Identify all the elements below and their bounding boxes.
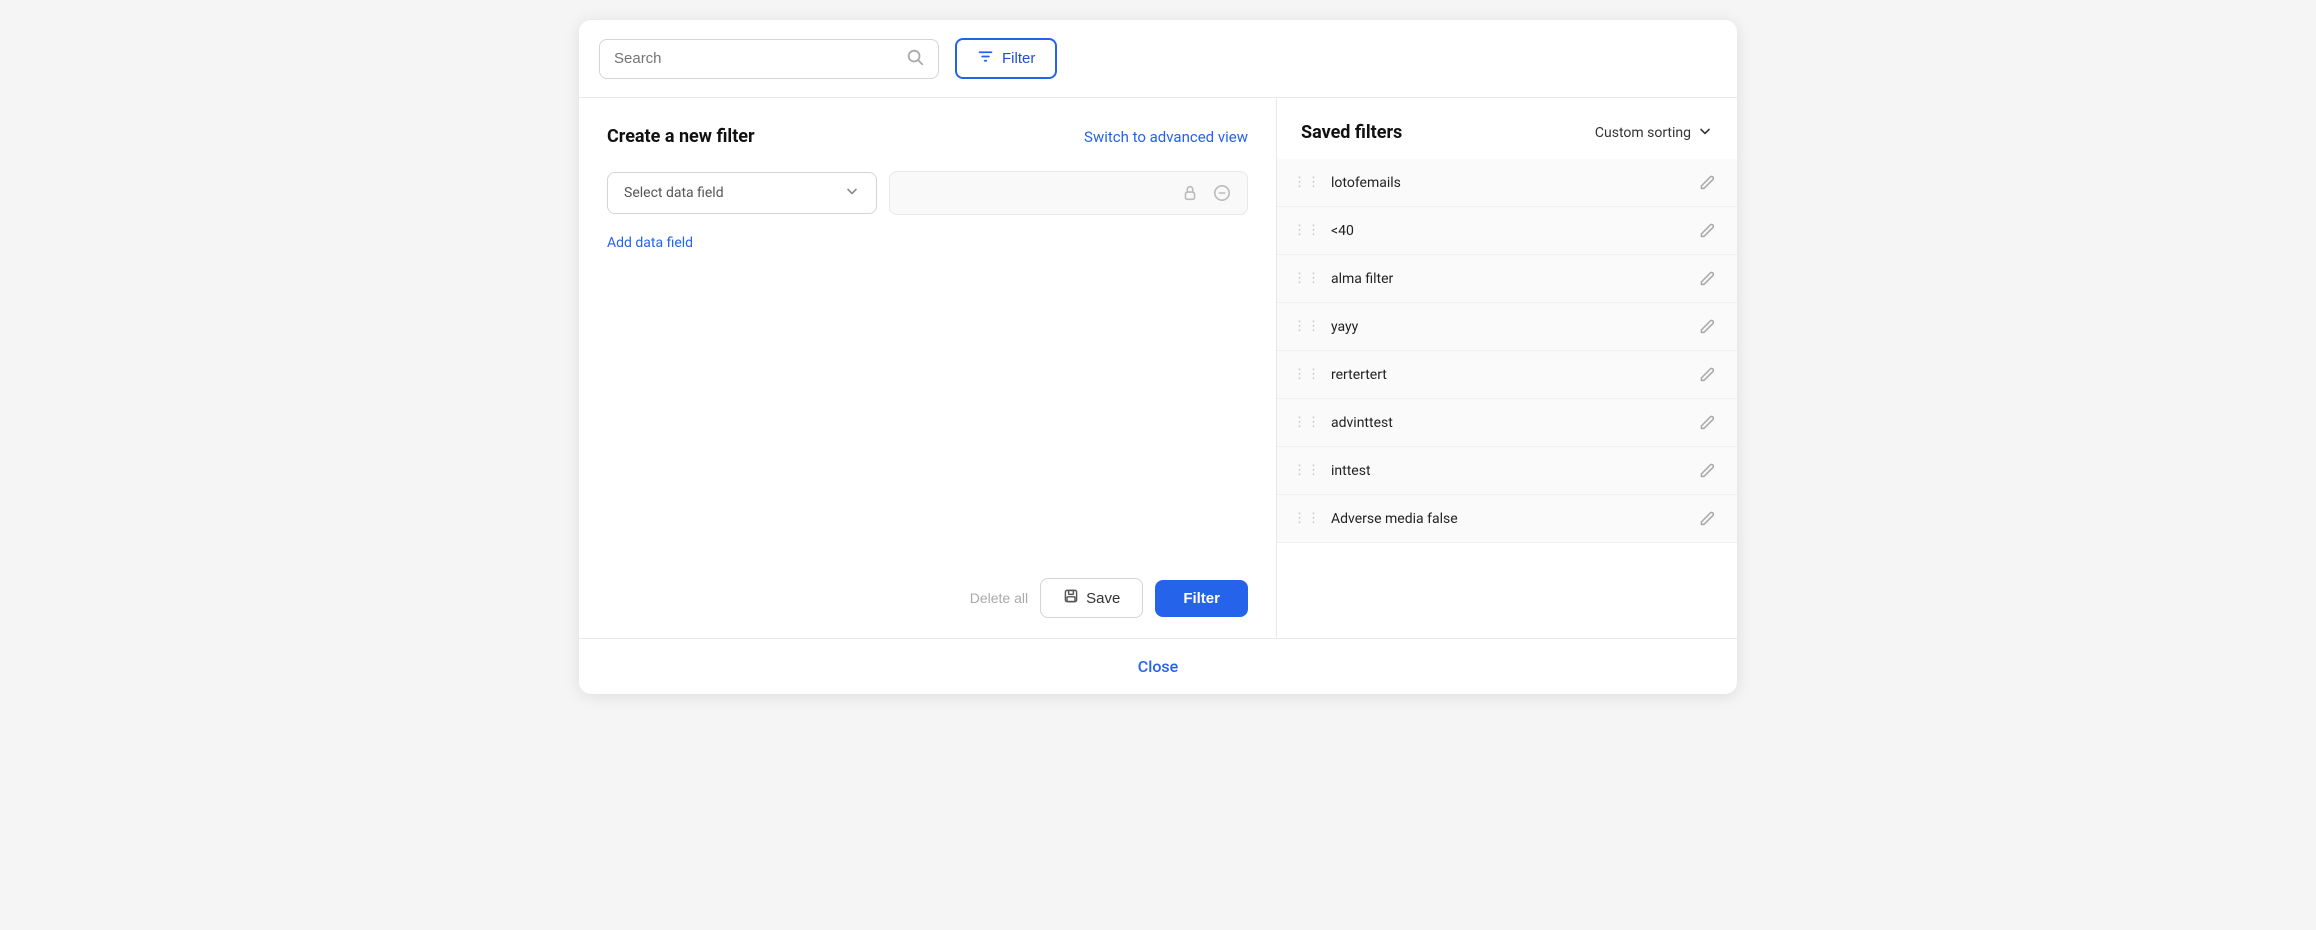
drag-handle-icon: ⋮⋮	[1293, 368, 1321, 381]
edit-filter-button[interactable]	[1696, 508, 1717, 529]
list-item[interactable]: ⋮⋮ rertertert	[1277, 351, 1737, 399]
list-item[interactable]: ⋮⋮ inttest	[1277, 447, 1737, 495]
advanced-view-link[interactable]: Switch to advanced view	[1084, 128, 1248, 146]
top-bar: Filter	[579, 20, 1737, 98]
filter-item-left: ⋮⋮ Adverse media false	[1293, 511, 1458, 527]
filter-item-name: <40	[1331, 223, 1354, 239]
body-container: Create a new filter Switch to advanced v…	[579, 98, 1737, 638]
saved-filters-title: Saved filters	[1301, 122, 1402, 143]
save-icon	[1063, 588, 1079, 608]
filter-item-left: ⋮⋮ yayy	[1293, 319, 1358, 335]
search-icon	[906, 48, 924, 70]
filter-item-left: ⋮⋮ advinttest	[1293, 415, 1393, 431]
filter-button-label: Filter	[1002, 50, 1035, 67]
remove-icon-button[interactable]	[1211, 182, 1233, 204]
edit-filter-button[interactable]	[1696, 316, 1717, 337]
save-label: Save	[1086, 590, 1120, 607]
right-panel: Saved filters Custom sorting ⋮⋮ lot	[1277, 98, 1737, 638]
list-item[interactable]: ⋮⋮ <40	[1277, 207, 1737, 255]
edit-filter-button[interactable]	[1696, 412, 1717, 433]
select-data-field[interactable]: Select data field	[607, 172, 877, 214]
filter-item-left: ⋮⋮ lotofemails	[1293, 175, 1401, 191]
filter-item-left: ⋮⋮ inttest	[1293, 463, 1371, 479]
custom-sorting-dropdown[interactable]: Custom sorting	[1595, 123, 1713, 143]
filter-item-name: Adverse media false	[1331, 511, 1458, 527]
list-item[interactable]: ⋮⋮ yayy	[1277, 303, 1737, 351]
drag-handle-icon: ⋮⋮	[1293, 416, 1321, 429]
drag-handle-icon: ⋮⋮	[1293, 224, 1321, 237]
list-item[interactable]: ⋮⋮ lotofemails	[1277, 159, 1737, 207]
list-item[interactable]: ⋮⋮ alma filter	[1277, 255, 1737, 303]
edit-filter-button[interactable]	[1696, 364, 1717, 385]
filter-icon	[977, 48, 994, 69]
edit-filter-button[interactable]	[1696, 172, 1717, 193]
filter-item-left: ⋮⋮ alma filter	[1293, 271, 1393, 287]
filter-item-name: inttest	[1331, 463, 1371, 479]
filter-item-left: ⋮⋮ <40	[1293, 223, 1354, 239]
filter-item-name: lotofemails	[1331, 175, 1401, 191]
save-button[interactable]: Save	[1040, 578, 1143, 618]
list-item[interactable]: ⋮⋮ Adverse media false	[1277, 495, 1737, 543]
chevron-down-icon	[844, 183, 860, 203]
lock-icon-button[interactable]	[1179, 182, 1201, 204]
delete-all-button[interactable]: Delete all	[970, 590, 1028, 606]
drag-handle-icon: ⋮⋮	[1293, 320, 1321, 333]
drag-handle-icon: ⋮⋮	[1293, 464, 1321, 477]
left-panel: Create a new filter Switch to advanced v…	[579, 98, 1277, 638]
footer: Close	[579, 638, 1737, 694]
custom-sorting-label: Custom sorting	[1595, 125, 1691, 141]
right-panel-header: Saved filters Custom sorting	[1277, 122, 1737, 159]
edit-filter-button[interactable]	[1696, 268, 1717, 289]
main-container: Filter Create a new filter Switch to adv…	[579, 20, 1737, 694]
filter-item-left: ⋮⋮ rertertert	[1293, 367, 1387, 383]
edit-filter-button[interactable]	[1696, 220, 1717, 241]
filter-item-name: yayy	[1331, 319, 1358, 335]
sorting-chevron-icon	[1697, 123, 1713, 143]
search-input[interactable]	[614, 50, 896, 67]
filter-item-name: advinttest	[1331, 415, 1393, 431]
edit-filter-button[interactable]	[1696, 460, 1717, 481]
filter-row: Select data field	[607, 171, 1248, 215]
filter-button[interactable]: Filter	[955, 38, 1057, 79]
filter-item-name: rertertert	[1331, 367, 1387, 383]
list-item[interactable]: ⋮⋮ advinttest	[1277, 399, 1737, 447]
panel-header: Create a new filter Switch to advanced v…	[607, 126, 1248, 147]
add-data-field-link[interactable]: Add data field	[607, 235, 1248, 251]
drag-handle-icon: ⋮⋮	[1293, 176, 1321, 189]
filter-apply-button[interactable]: Filter	[1155, 580, 1248, 617]
actions-row: Delete all Save Filter	[607, 554, 1248, 638]
filter-input-area	[889, 171, 1248, 215]
select-placeholder: Select data field	[624, 185, 724, 201]
close-link[interactable]: Close	[1138, 657, 1178, 676]
panel-title: Create a new filter	[607, 126, 755, 147]
drag-handle-icon: ⋮⋮	[1293, 272, 1321, 285]
filter-item-name: alma filter	[1331, 271, 1393, 287]
drag-handle-icon: ⋮⋮	[1293, 512, 1321, 525]
filter-list: ⋮⋮ lotofemails ⋮⋮ <40	[1277, 159, 1737, 543]
search-wrapper	[599, 39, 939, 79]
